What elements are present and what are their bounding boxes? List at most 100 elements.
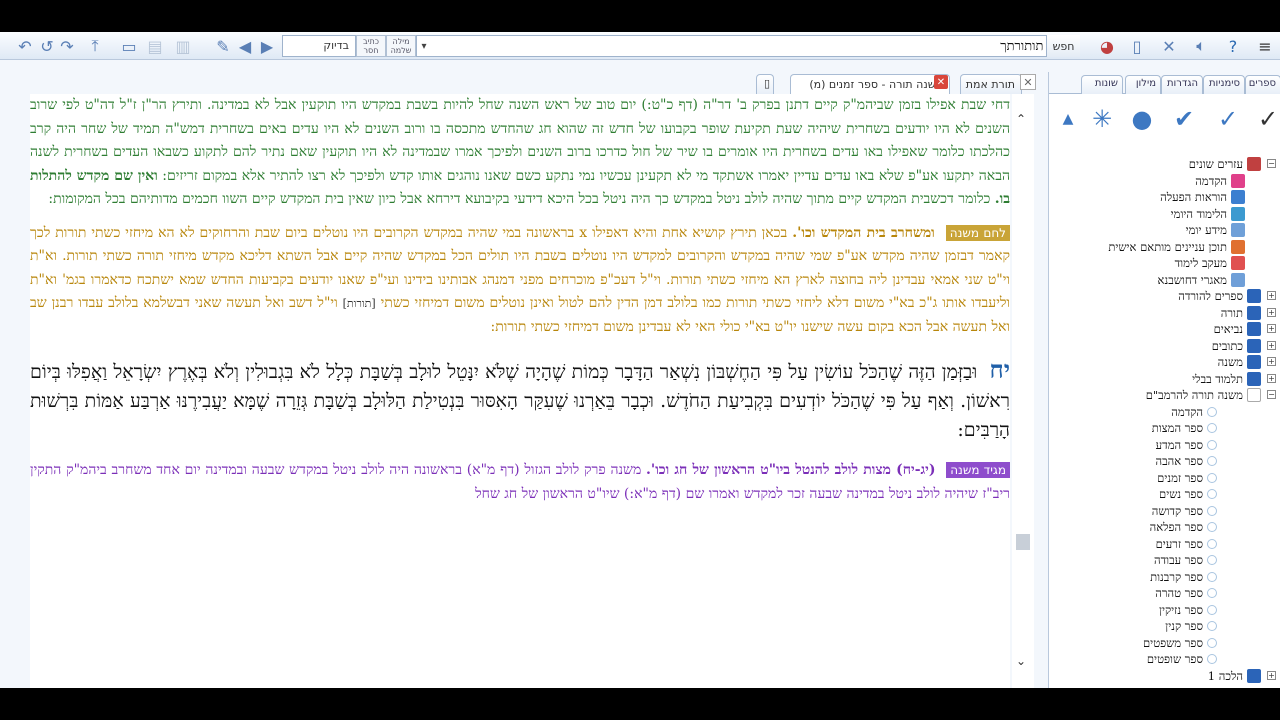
- tree-item[interactable]: ספר נשים: [1159, 486, 1203, 502]
- bookcheck-icon: [1247, 355, 1261, 369]
- search-button[interactable]: חפש: [1046, 35, 1080, 57]
- text-viewer[interactable]: דחי שבת אפילו בזמן שביהמ"ק קיים דתנן בפר…: [30, 94, 1010, 688]
- tree-item[interactable]: ספר זמנים: [1157, 470, 1203, 486]
- page-icon[interactable]: ▯: [1126, 35, 1148, 57]
- check-outline-icon[interactable]: ✓: [1253, 104, 1280, 134]
- commentary-green: דחי שבת אפילו בזמן שביהמ"ק קיים דתנן בפר…: [30, 94, 1010, 212]
- tree-item[interactable]: כתובים: [1212, 338, 1243, 354]
- tree-expander[interactable]: +: [1267, 324, 1276, 333]
- move-up-icon[interactable]: ▲: [1053, 104, 1083, 134]
- tree-item[interactable]: נביאים: [1214, 321, 1243, 337]
- tree-item[interactable]: הקדמה: [1171, 404, 1203, 420]
- tab-mishneh-torah[interactable]: משנה תורה - ספר זמנים (מ): [790, 74, 950, 94]
- triple-pane-icon[interactable]: ▥: [172, 35, 194, 57]
- tree-item[interactable]: עזרים שונים: [1189, 156, 1243, 172]
- tree-expander[interactable]: +: [1267, 340, 1276, 350]
- tree-expander[interactable]: +: [1267, 291, 1276, 300]
- menu-icon[interactable]: ≡: [1254, 35, 1276, 57]
- scroll-up-icon[interactable]: ⌃: [1016, 112, 1026, 126]
- color-wheel-icon[interactable]: ◕: [1096, 35, 1118, 57]
- library-toolbar: ▲ ✳ ● ✔ ✓ ✓: [1049, 94, 1280, 144]
- tree-item[interactable]: תוכן עניינים מותאם אישית: [1108, 239, 1227, 255]
- info-icon: [1231, 206, 1245, 221]
- tab-misc[interactable]: שונות: [1081, 75, 1123, 94]
- prev-result-icon[interactable]: ◀: [234, 35, 256, 57]
- close-pane-icon[interactable]: ✕: [1020, 74, 1036, 90]
- doc-icon: [1231, 272, 1245, 287]
- split-pane-icon[interactable]: ▤: [144, 35, 166, 57]
- tree-expander[interactable]: +: [1267, 357, 1276, 366]
- tree-item[interactable]: ספר שופטים: [1147, 651, 1203, 667]
- speaker-icon[interactable]: 🔈︎: [1190, 35, 1212, 57]
- network-icon[interactable]: ✳: [1087, 104, 1117, 134]
- maggid-mishneh-tag[interactable]: מגיד משנה: [946, 462, 1010, 478]
- chapter-circle-icon: [1207, 604, 1217, 615]
- lechem-mishneh-tag[interactable]: לחם משנה: [945, 224, 1010, 241]
- tree-expander[interactable]: +: [1267, 307, 1276, 317]
- tree-item[interactable]: מידע יומי: [1186, 222, 1227, 238]
- search-history-dropdown[interactable]: ▾: [416, 35, 432, 57]
- redo-icon[interactable]: ↷: [56, 35, 78, 57]
- scroll-thumb[interactable]: [1016, 534, 1030, 550]
- tree-item[interactable]: ספר קרבנות: [1150, 569, 1203, 585]
- whole-word-option[interactable]: מילה שלמה: [386, 35, 416, 57]
- undo-icon[interactable]: ↶: [14, 35, 36, 57]
- tree-item[interactable]: הוראות הפעלה: [1160, 189, 1227, 205]
- tree-item[interactable]: ספר קנין: [1165, 618, 1203, 634]
- tree-item[interactable]: מעקב לימוד: [1175, 255, 1227, 271]
- tree-item[interactable]: ספר המדע: [1156, 437, 1203, 453]
- undo-all-icon[interactable]: ↺: [36, 35, 58, 57]
- tree-item[interactable]: ספר משפטים: [1143, 635, 1203, 651]
- tab-torat-emet[interactable]: תורת אמת: [960, 74, 1022, 94]
- tree-item[interactable]: ספר טהרה: [1155, 585, 1203, 601]
- library-tree[interactable]: − עזרים שונים הקדמה הוראות הפעלה הלימוד היומ…: [1049, 152, 1280, 688]
- tree-item[interactable]: משנה תורה להרמב"ם: [1146, 387, 1243, 403]
- check-icon[interactable]: ✓: [1213, 104, 1243, 134]
- single-pane-icon[interactable]: ▭: [118, 35, 140, 57]
- halacha-number[interactable]: יח: [989, 355, 1010, 384]
- tree-expander[interactable]: +: [1267, 373, 1276, 383]
- top-icon[interactable]: ⤒: [84, 35, 106, 57]
- text-scrollbar[interactable]: ⌃ ⌄: [1012, 94, 1034, 688]
- new-tab-button[interactable]: ▯: [756, 74, 774, 94]
- book-icon: [1247, 668, 1261, 683]
- tree-item[interactable]: ספר נזיקין: [1159, 602, 1203, 618]
- tab-dictionary[interactable]: מילון: [1125, 75, 1161, 94]
- help-icon[interactable]: ?: [1222, 35, 1244, 57]
- tree-item[interactable]: מאגרי דחושבנא: [1158, 272, 1227, 288]
- commentary-heading: (יג-יח) מצות לולב להנטל ביו"ט הראשון של …: [646, 462, 936, 478]
- tab-books[interactable]: ספרים: [1245, 75, 1280, 94]
- spelling-option[interactable]: כתיב חסר: [356, 35, 386, 57]
- tree-expander[interactable]: +: [1267, 670, 1276, 680]
- tree-item[interactable]: ספר המצות: [1152, 420, 1203, 436]
- tree-item[interactable]: הקדמה: [1195, 173, 1227, 189]
- chapter-circle-icon: [1207, 588, 1217, 598]
- chapter-circle-icon: [1207, 423, 1217, 433]
- bulb-icon[interactable]: ●: [1127, 104, 1157, 134]
- exact-match-option[interactable]: בדיוק: [282, 35, 356, 57]
- tree-item[interactable]: ספרים להורדה: [1178, 288, 1243, 304]
- tree-expander[interactable]: −: [1267, 159, 1276, 168]
- close-tab-icon[interactable]: ✕: [934, 75, 948, 89]
- chapter-circle-icon: [1207, 505, 1217, 516]
- book-icon: [1247, 305, 1261, 320]
- tree-item[interactable]: ספר זרעים: [1156, 536, 1203, 552]
- scroll-down-icon[interactable]: ⌄: [1016, 654, 1026, 668]
- tab-settings[interactable]: הגדרות: [1161, 75, 1203, 94]
- tree-item[interactable]: תלמוד בבלי: [1192, 371, 1243, 387]
- tab-bookmarks[interactable]: סימניות: [1203, 75, 1245, 94]
- tree-item[interactable]: תורה: [1221, 305, 1243, 321]
- tree-item[interactable]: ספר עבודה: [1154, 552, 1203, 568]
- tree-item[interactable]: ספר הפלאה: [1150, 519, 1203, 535]
- tree-expander[interactable]: −: [1267, 390, 1276, 399]
- next-result-icon[interactable]: ▶: [256, 35, 278, 57]
- tools-icon[interactable]: ✕: [1158, 35, 1180, 57]
- tree-item[interactable]: ספר קדושה: [1152, 503, 1203, 519]
- double-check-icon[interactable]: ✔: [1169, 104, 1199, 134]
- search-input[interactable]: דולרי תותורתך: [416, 35, 1080, 57]
- brush-icon[interactable]: ✎: [212, 35, 234, 57]
- tree-item[interactable]: הלכה 1: [1208, 668, 1243, 684]
- tree-item[interactable]: משנה: [1218, 354, 1243, 370]
- tree-item[interactable]: הלימוד היומי: [1171, 206, 1227, 222]
- tree-item[interactable]: ספר אהבה: [1155, 453, 1203, 469]
